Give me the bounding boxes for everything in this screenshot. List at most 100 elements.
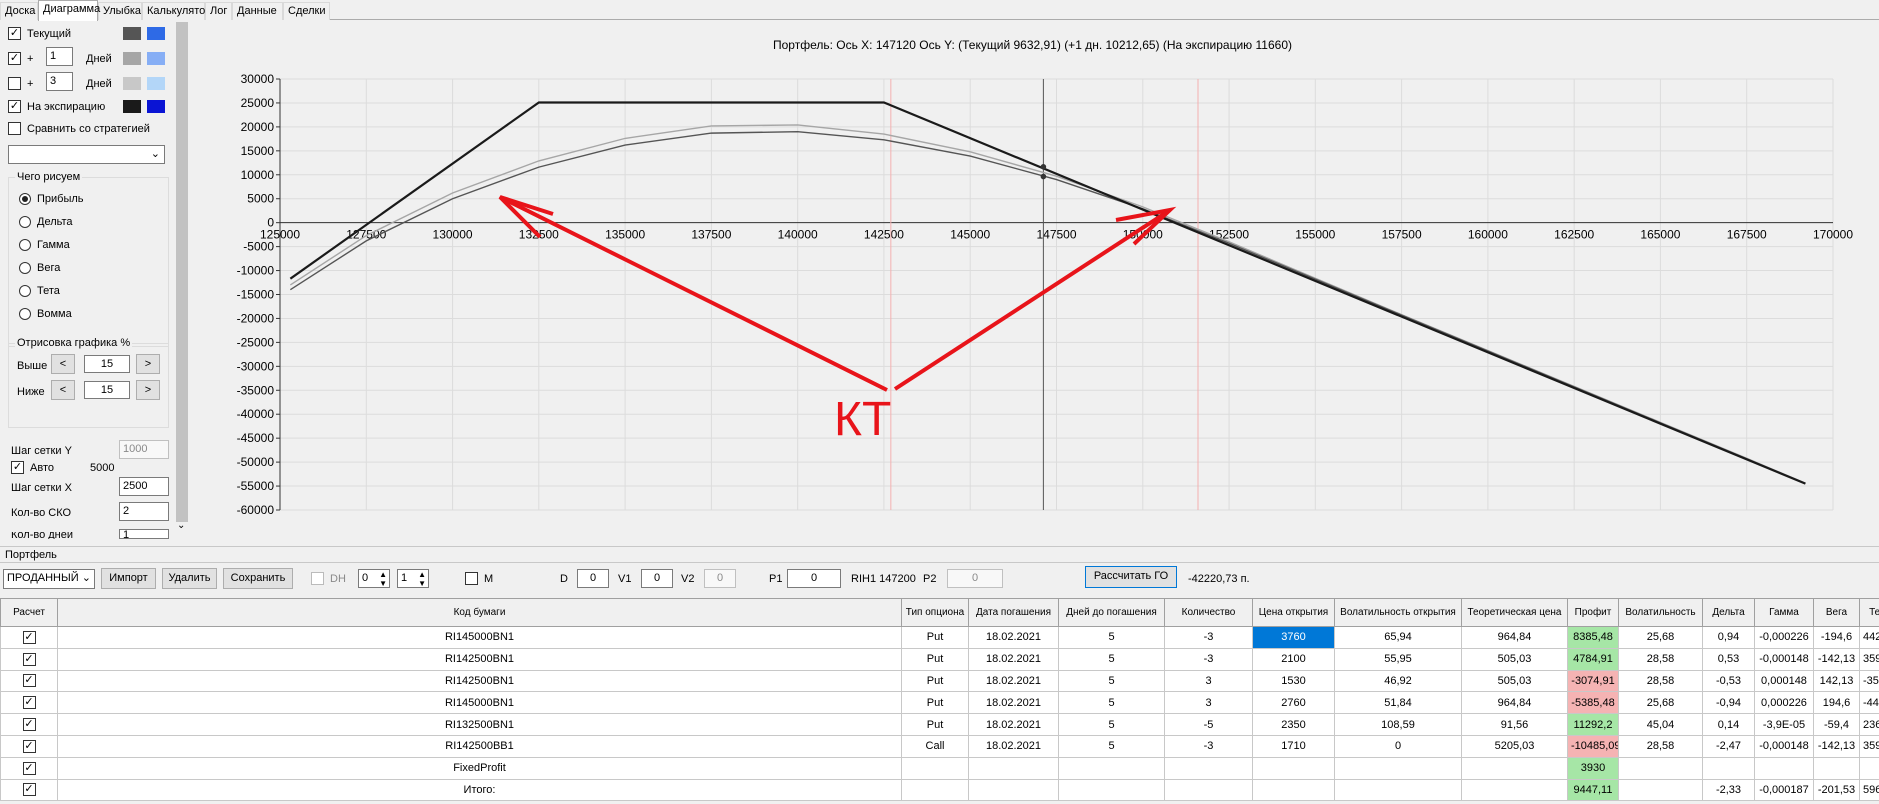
p2-input[interactable]: 0 xyxy=(947,569,1003,588)
d-input[interactable]: 0 xyxy=(577,569,609,588)
table-cell: -0,000226 xyxy=(1754,626,1814,649)
row-calc-checkbox[interactable]: ✓ xyxy=(22,630,36,644)
col-profit[interactable]: Профит xyxy=(1567,598,1619,627)
table-cell xyxy=(1334,778,1462,802)
dh-stepper-1[interactable]: 0 ▲ ▼ xyxy=(358,569,390,588)
table-cell: -0,94 xyxy=(1702,691,1755,715)
row-calc-checkbox[interactable]: ✓ xyxy=(22,783,36,797)
table-cell: -442,43 xyxy=(1859,691,1879,715)
x-tick-label: 162500 xyxy=(1554,228,1594,242)
table-cell xyxy=(1461,778,1568,802)
row-calc-checkbox[interactable]: ✓ xyxy=(22,652,36,666)
table-cell: 505,03 xyxy=(1461,669,1568,693)
tab-diagram[interactable]: Диаграмма xyxy=(38,0,100,21)
col-expiry-date[interactable]: Дата погашения xyxy=(968,598,1059,627)
row-calc-checkbox-cell[interactable]: ✓ xyxy=(0,778,58,802)
col-delta[interactable]: Дельта xyxy=(1702,598,1755,627)
col-calc[interactable]: Расчет xyxy=(0,598,58,627)
row-calc-checkbox-cell[interactable]: ✓ xyxy=(0,647,58,671)
row-calc-checkbox-cell[interactable]: ✓ xyxy=(0,626,58,649)
dh-stepper-2[interactable]: 1 ▲ ▼ xyxy=(397,569,429,588)
row-calc-checkbox[interactable]: ✓ xyxy=(22,761,36,775)
row-calc-checkbox[interactable]: ✓ xyxy=(22,718,36,732)
table-row[interactable]: ✓ RI145000BN1 Put 18.02.2021 5 -3 3760 65,94 964… xyxy=(0,626,1879,649)
row-calc-checkbox-cell[interactable]: ✓ xyxy=(0,713,58,736)
table-cell: -0,000148 xyxy=(1754,734,1814,758)
portfolio-filter-select[interactable]: ПРОДАННЫЙ ⌄ xyxy=(3,569,95,589)
table-cell xyxy=(1618,756,1703,780)
row-calc-checkbox-cell[interactable]: ✓ xyxy=(0,669,58,693)
col-code[interactable]: Код бумаги xyxy=(57,598,902,627)
table-cell: 194,6 xyxy=(1813,691,1860,715)
table-cell: RI142500BB1 xyxy=(57,734,902,758)
row-calc-checkbox[interactable]: ✓ xyxy=(22,674,36,688)
col-theta[interactable]: Тета xyxy=(1859,598,1879,627)
v1-input[interactable]: 0 xyxy=(641,569,673,588)
col-gamma[interactable]: Гамма xyxy=(1754,598,1814,627)
x-tick-label: 170000 xyxy=(1813,228,1853,242)
row-calc-checkbox-cell[interactable]: ✓ xyxy=(0,734,58,758)
table-cell xyxy=(1252,756,1335,780)
table-row[interactable]: ✓ RI142500BN1 Put 18.02.2021 5 -3 2100 55,95 505… xyxy=(0,647,1879,671)
row-calc-checkbox-cell[interactable]: ✓ xyxy=(0,691,58,715)
table-row[interactable]: ✓ FixedProfit 3930 xyxy=(0,756,1879,780)
row-calc-checkbox-cell[interactable]: ✓ xyxy=(0,756,58,780)
table-row[interactable]: ✓ RI145000BN1 Put 18.02.2021 5 3 2760 51,84 964,… xyxy=(0,691,1879,715)
portfolio-filter-value: ПРОДАННЫЙ xyxy=(7,572,79,584)
y-tick-label: 20000 xyxy=(241,120,275,134)
series-marker xyxy=(1040,164,1047,170)
x-tick-label: 147500 xyxy=(1036,228,1076,242)
col-open-volatility[interactable]: Волатильность открытия xyxy=(1334,598,1462,627)
col-quantity[interactable]: Количество xyxy=(1164,598,1253,627)
y-tick-label: -15000 xyxy=(237,288,275,302)
table-cell xyxy=(901,756,969,780)
table-cell: 25,68 xyxy=(1618,691,1703,715)
row-calc-checkbox[interactable]: ✓ xyxy=(22,739,36,753)
x-tick-label: 167500 xyxy=(1727,228,1767,242)
col-vega[interactable]: Вега xyxy=(1813,598,1860,627)
y-tick-label: -50000 xyxy=(237,455,275,469)
table-cell: 91,56 xyxy=(1461,713,1568,736)
table-cell: -0,000187 xyxy=(1754,778,1814,802)
table-cell: -0,53 xyxy=(1702,669,1755,693)
table-row[interactable]: ✓ RI142500BB1 Call 18.02.2021 5 -3 1710 0 5205,0… xyxy=(0,734,1879,758)
v2-input[interactable]: 0 xyxy=(704,569,736,588)
save-button[interactable]: Сохранить xyxy=(223,568,293,589)
table-cell: -3 xyxy=(1164,647,1253,671)
p1-input[interactable]: 0 xyxy=(787,569,841,588)
col-volatility[interactable]: Волатильность xyxy=(1618,598,1703,627)
table-cell: RI145000BN1 xyxy=(57,626,902,649)
table-cell: 55,95 xyxy=(1334,647,1462,671)
col-days-left[interactable]: Дней до погашения xyxy=(1058,598,1165,627)
table-cell: 46,92 xyxy=(1334,669,1462,693)
table-cell: 45,04 xyxy=(1618,713,1703,736)
go-value: -42220,73 п. xyxy=(1188,573,1250,585)
dh-checkbox[interactable] xyxy=(311,572,324,585)
series-marker xyxy=(1040,173,1047,180)
row-calc-checkbox[interactable]: ✓ xyxy=(22,696,36,710)
y-tick-label: -40000 xyxy=(237,407,275,421)
m-checkbox[interactable] xyxy=(465,572,478,585)
table-cell xyxy=(1702,756,1755,780)
stepper-arrows-icon[interactable]: ▲ ▼ xyxy=(379,570,387,587)
col-open-price[interactable]: Цена открытия xyxy=(1252,598,1335,627)
import-button[interactable]: Импорт xyxy=(101,568,156,589)
calculate-go-button[interactable]: Рассчитать ГО xyxy=(1085,566,1177,588)
x-tick-label: 160000 xyxy=(1468,228,1508,242)
table-cell: -201,53 xyxy=(1813,778,1860,802)
table-cell: Итого: xyxy=(57,778,902,802)
table-row[interactable]: ✓ Итого: 9447,11 -2,33-0,000187-201,53596,4… xyxy=(0,778,1879,802)
table-cell: -3,9E-05 xyxy=(1754,713,1814,736)
table-row[interactable]: ✓ RI132500BN1 Put 18.02.2021 5 -5 2350 108,59 91… xyxy=(0,713,1879,736)
table-cell: 18.02.2021 xyxy=(968,669,1059,693)
col-theoretical-price[interactable]: Теоретическая цена xyxy=(1461,598,1568,627)
table-cell: 0 xyxy=(1334,734,1462,758)
stepper-arrows-icon[interactable]: ▲ ▼ xyxy=(418,570,426,587)
delete-button[interactable]: Удалить xyxy=(162,568,217,589)
dh-label: DH xyxy=(330,573,346,585)
table-cell: 4784,91 xyxy=(1567,647,1619,671)
table-row[interactable]: ✓ RI142500BN1 Put 18.02.2021 5 3 1530 46,92 505,… xyxy=(0,669,1879,693)
y-tick-label: -45000 xyxy=(237,431,275,445)
payoff-chart[interactable]: 300002500020000150001000050000-5000-1000… xyxy=(0,0,1879,560)
col-type[interactable]: Тип опциона xyxy=(901,598,969,627)
